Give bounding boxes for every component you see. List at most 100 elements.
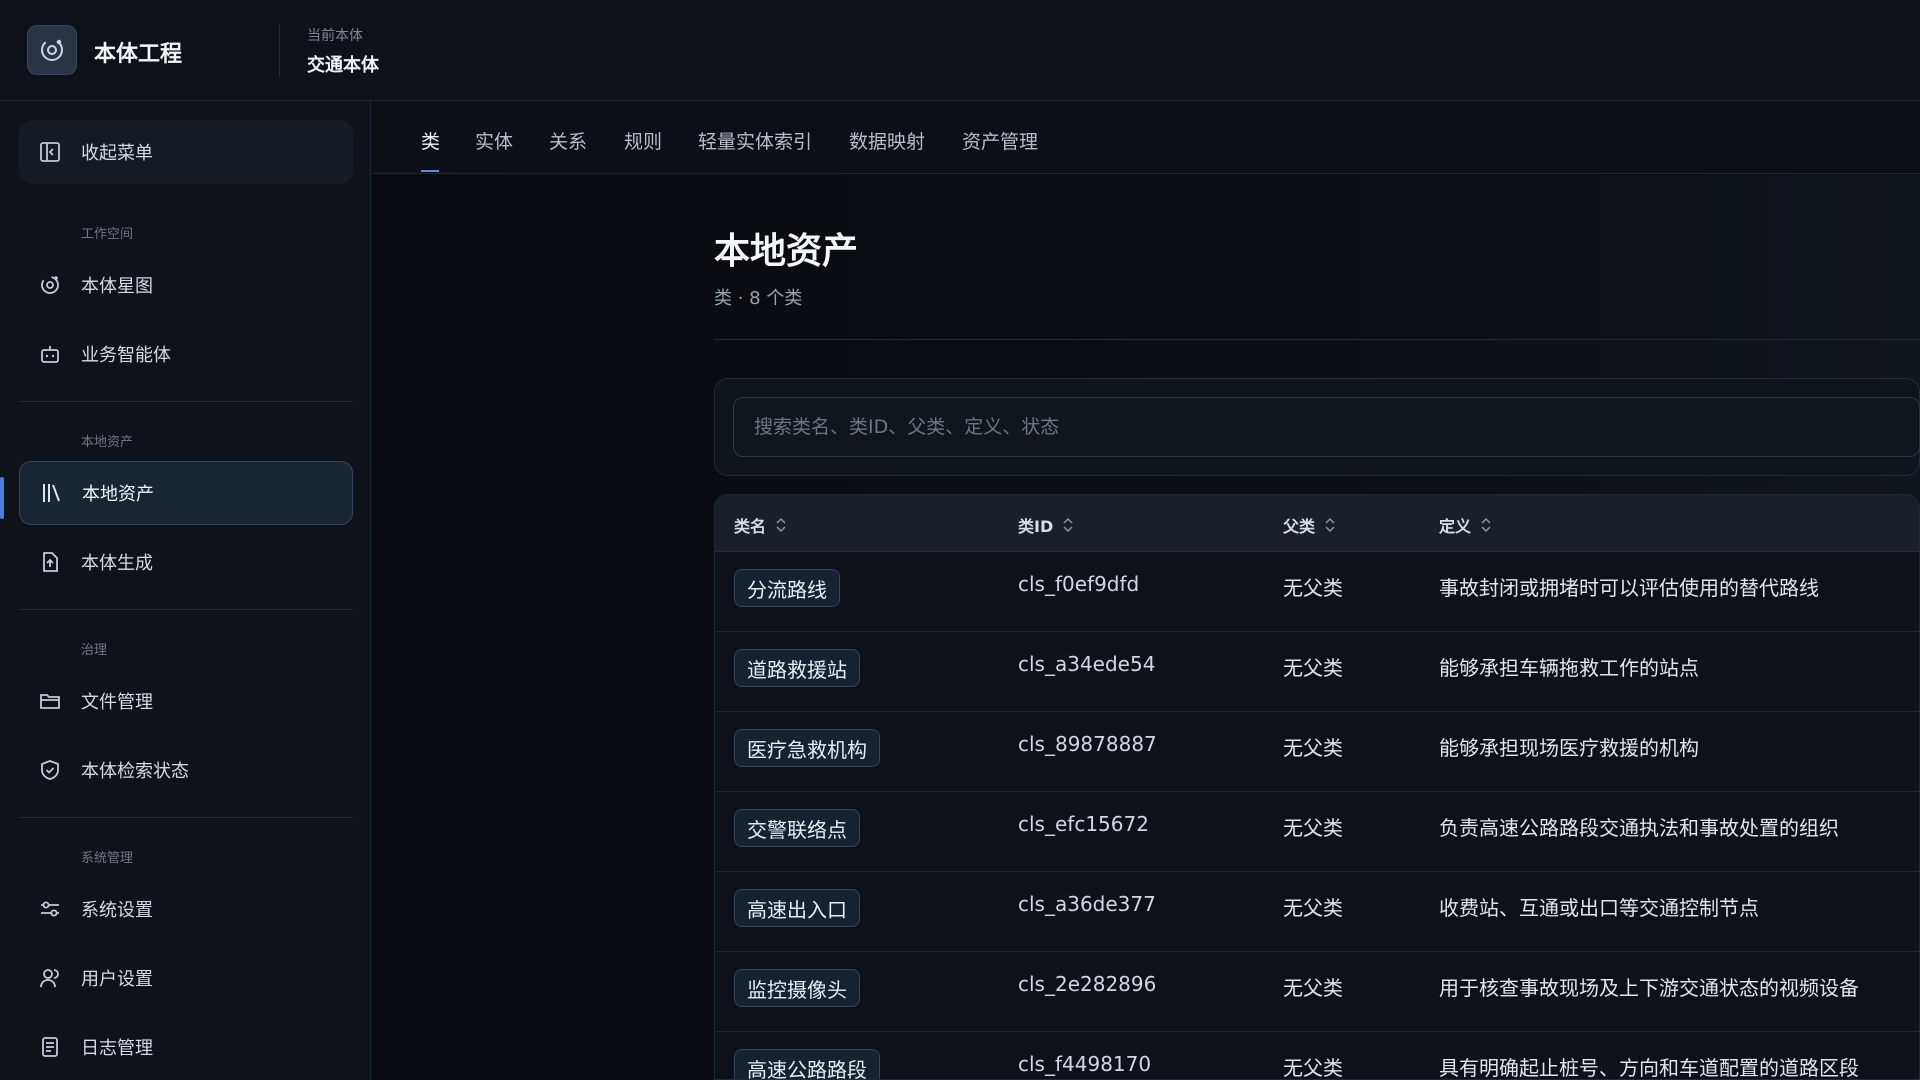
- table-header: 类名 类ID 父类 定义: [715, 495, 1919, 552]
- class-id-cell: cls_a34ede54: [1018, 652, 1156, 676]
- definition-cell: 收费站、互通或出口等交通控制节点: [1439, 896, 1759, 920]
- sidebar-item-ontology-map[interactable]: 本体星图: [19, 253, 353, 317]
- definition-cell: 能够承担车辆拖救工作的站点: [1439, 656, 1699, 680]
- current-ontology-name[interactable]: 交通本体: [307, 51, 379, 77]
- sidebar-item-file-management[interactable]: 文件管理: [19, 669, 353, 733]
- column-header-definition[interactable]: 定义: [1439, 513, 1491, 537]
- column-header-class-id[interactable]: 类ID: [1018, 513, 1073, 537]
- sidebar-item-user-settings[interactable]: 用户设置: [19, 946, 353, 1010]
- sidebar-divider: [19, 817, 353, 818]
- sidebar-item-label: 本体生成: [81, 553, 153, 574]
- definition-cell: 负责高速公路路段交通执法和事故处置的组织: [1439, 816, 1839, 840]
- class-name-tag[interactable]: 分流路线: [734, 569, 840, 607]
- sort-icon: [1481, 517, 1491, 533]
- app-logo[interactable]: [27, 25, 77, 75]
- parent-class-cell: 无父类: [1283, 576, 1343, 600]
- sidebar-item-label: 日志管理: [81, 1038, 153, 1059]
- sidebar-item-system-settings[interactable]: 系统设置: [19, 877, 353, 941]
- sidebar-item-label: 文件管理: [81, 692, 153, 713]
- shield-check-icon: [37, 757, 63, 783]
- tab-asset-management[interactable]: 资产管理: [962, 127, 1038, 154]
- class-name-tag[interactable]: 道路救援站: [734, 649, 860, 687]
- class-name-tag[interactable]: 高速公路路段: [734, 1049, 880, 1079]
- log-icon: [37, 1034, 63, 1060]
- section-label-system: 系统管理: [81, 851, 134, 866]
- table-row[interactable]: 交警联络点 cls_efc15672 无父类 负责高速公路路段交通执法和事故处置…: [715, 792, 1919, 872]
- class-id-cell: cls_efc15672: [1018, 812, 1149, 836]
- column-header-label: 类ID: [1018, 517, 1054, 536]
- orbit-icon: [41, 39, 63, 61]
- sidebar-item-ontology-generation[interactable]: 本体生成: [19, 530, 353, 594]
- class-name-tag[interactable]: 高速出入口: [734, 889, 860, 927]
- collapse-menu-button[interactable]: 收起菜单: [19, 120, 353, 184]
- sort-icon: [1063, 517, 1073, 533]
- top-bar: 本体工程 当前本体 交通本体: [0, 0, 1920, 101]
- table-row[interactable]: 医疗急救机构 cls_89878887 无父类 能够承担现场医疗救援的机构: [715, 712, 1919, 792]
- current-ontology-caption: 当前本体: [307, 28, 363, 44]
- sort-icon: [776, 517, 786, 533]
- column-header-label: 类名: [734, 517, 767, 536]
- section-label-local-assets: 本地资产: [81, 435, 134, 450]
- table-row[interactable]: 道路救援站 cls_a34ede54 无父类 能够承担车辆拖救工作的站点: [715, 632, 1919, 712]
- page-title: 本地资产: [714, 231, 859, 272]
- column-header-class-name[interactable]: 类名: [734, 513, 786, 537]
- sidebar-item-business-agent[interactable]: 业务智能体: [19, 322, 353, 386]
- table-row[interactable]: 高速公路路段 cls_f4498170 无父类 具有明确起止桩号、方向和车道配置…: [715, 1032, 1919, 1080]
- tab-lightweight-entity-index[interactable]: 轻量实体索引: [698, 127, 812, 154]
- sidebar: 收起菜单 工作空间 本体星图 业务智能体 本地资产 本地资产 本体生成 治理 文…: [0, 101, 371, 1080]
- class-id-cell: cls_f0ef9dfd: [1018, 572, 1140, 596]
- sidebar-item-label: 系统设置: [81, 900, 153, 921]
- parent-class-cell: 无父类: [1283, 816, 1343, 840]
- sidebar-divider: [19, 609, 353, 610]
- sidebar-item-log-management[interactable]: 日志管理: [19, 1015, 353, 1079]
- orbit-icon: [37, 272, 63, 298]
- column-header-label: 定义: [1439, 517, 1472, 536]
- sidebar-item-label: 本体检索状态: [81, 761, 189, 782]
- class-id-cell: cls_2e282896: [1018, 972, 1157, 996]
- definition-cell: 能够承担现场医疗救援的机构: [1439, 736, 1699, 760]
- library-icon: [38, 480, 64, 506]
- tab-relations[interactable]: 关系: [549, 127, 587, 154]
- sidebar-collapse-icon: [37, 139, 63, 165]
- page-subtitle: 类 · 8 个类: [714, 288, 803, 309]
- tab-rules[interactable]: 规则: [624, 127, 662, 154]
- class-name-tag[interactable]: 交警联络点: [734, 809, 860, 847]
- definition-cell: 具有明确起止桩号、方向和车道配置的道路区段: [1439, 1056, 1859, 1080]
- sidebar-item-retrieval-status[interactable]: 本体检索状态: [19, 738, 353, 802]
- table-row[interactable]: 监控摄像头 cls_2e282896 无父类 用于核查事故现场及上下游交通状态的…: [715, 952, 1919, 1032]
- sidebar-item-label: 本地资产: [82, 484, 154, 505]
- definition-cell: 用于核查事故现场及上下游交通状态的视频设备: [1439, 976, 1859, 1000]
- section-label-governance: 治理: [81, 643, 108, 658]
- tab-classes[interactable]: 类: [421, 127, 440, 154]
- active-indicator: [0, 477, 4, 519]
- section-label-workspace: 工作空间: [81, 227, 134, 242]
- sidebar-divider: [19, 401, 353, 402]
- tab-data-mapping[interactable]: 数据映射: [849, 127, 925, 154]
- parent-class-cell: 无父类: [1283, 976, 1343, 1000]
- collapse-menu-label: 收起菜单: [81, 143, 153, 164]
- column-header-parent-class[interactable]: 父类: [1283, 513, 1335, 537]
- column-header-label: 父类: [1283, 517, 1316, 536]
- users-icon: [37, 965, 63, 991]
- sidebar-item-local-assets[interactable]: 本地资产: [19, 461, 353, 525]
- sort-icon: [1325, 517, 1335, 533]
- class-name-tag[interactable]: 医疗急救机构: [734, 729, 880, 767]
- title-divider: [714, 339, 1920, 340]
- class-table: 类名 类ID 父类 定义 分流路线 cls_f0ef9dfd 无父类 事故封闭或…: [714, 494, 1920, 1080]
- folder-icon: [37, 688, 63, 714]
- definition-cell: 事故封闭或拥堵时可以评估使用的替代路线: [1439, 576, 1819, 600]
- tab-entities[interactable]: 实体: [475, 127, 513, 154]
- sidebar-item-label: 用户设置: [81, 969, 153, 990]
- parent-class-cell: 无父类: [1283, 736, 1343, 760]
- sidebar-item-label: 本体星图: [81, 276, 153, 297]
- app-title: 本体工程: [94, 42, 183, 67]
- table-row[interactable]: 分流路线 cls_f0ef9dfd 无父类 事故封闭或拥堵时可以评估使用的替代路…: [715, 552, 1919, 632]
- sidebar-item-label: 业务智能体: [81, 345, 171, 366]
- search-input[interactable]: [733, 397, 1920, 457]
- table-row[interactable]: 高速出入口 cls_a36de377 无父类 收费站、互通或出口等交通控制节点: [715, 872, 1919, 952]
- parent-class-cell: 无父类: [1283, 896, 1343, 920]
- class-id-cell: cls_a36de377: [1018, 892, 1156, 916]
- class-name-tag[interactable]: 监控摄像头: [734, 969, 860, 1007]
- robot-icon: [37, 341, 63, 367]
- header-divider: [279, 24, 280, 76]
